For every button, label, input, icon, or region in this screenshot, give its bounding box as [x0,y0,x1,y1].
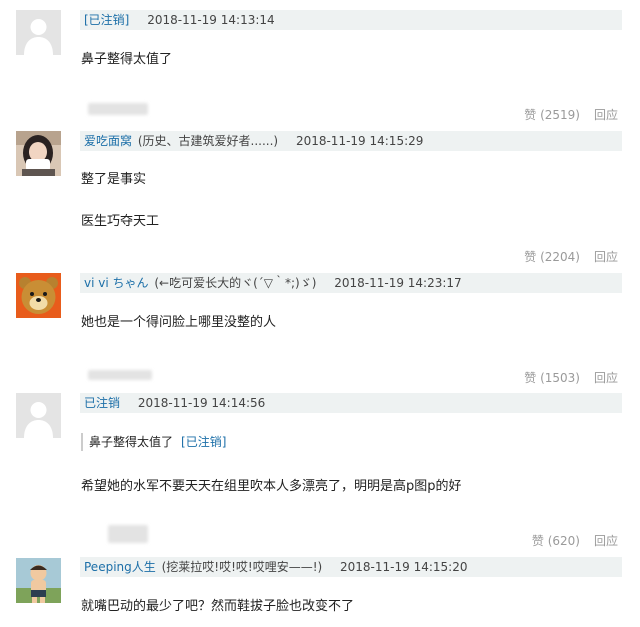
comment-time: 2018-11-19 14:23:17 [334,276,462,290]
comment-header: vi vi ちゃん (←吃可爱长大的ヾ(´▽｀*;)ゞ) 2018-11-19 … [80,273,622,293]
reply-button[interactable]: 回应 [594,250,618,264]
like-button[interactable]: 赞 (2204) [524,250,580,264]
comment-header: [已注销] 2018-11-19 14:13:14 [80,10,622,30]
reply-button[interactable]: 回应 [594,108,618,122]
comment-header: Peeping人生 (挖莱拉哎!哎!哎!哎哩安——!) 2018-11-19 1… [80,557,622,577]
username-link[interactable]: [已注销] [84,13,129,27]
quoted-comment: 鼻子整得太值了 [已注销] [81,433,226,451]
comment-text: 希望她的水军不要天天在组里吹本人多漂亮了，明明是高p图p的好 [81,479,462,494]
default-user-icon[interactable] [16,393,61,438]
default-user-icon[interactable] [16,10,61,55]
comment-header: 已注销 2018-11-19 14:14:56 [80,393,622,413]
username-link[interactable]: 已注销 [84,396,120,410]
comment-footer: 赞 (1503) 回应 [524,369,618,386]
comment-text: 鼻子整得太值了 [81,52,173,67]
username-link[interactable]: 爱吃面窝 [84,134,132,148]
user-tagline: (历史、古建筑爱好者......) [137,134,279,148]
comment-time: 2018-11-19 14:15:29 [295,134,424,148]
blurred-content [88,370,152,380]
user-tagline: (←吃可爱长大的ヾ(´▽｀*;)ゞ) [154,276,317,290]
reply-button[interactable]: 回应 [594,371,618,385]
comment-footer: 赞 (2519) 回应 [524,106,618,123]
like-button[interactable]: 赞 (1503) [524,371,580,385]
comment-time: 2018-11-19 14:13:14 [147,13,275,27]
comment-text: 整了是事实 [81,172,147,187]
comment-text: 医生巧夺天工 [81,214,160,229]
user-tagline: (挖莱拉哎!哎!哎!哎哩安——!) [161,560,323,574]
comment-footer: 赞 (620) 回应 [532,532,618,549]
like-button[interactable]: 赞 (620) [532,534,580,548]
username-link[interactable]: Peeping人生 [84,560,156,574]
comment-footer: 赞 (2204) 回应 [524,248,618,265]
quote-username-link[interactable]: [已注销] [181,435,226,449]
like-button[interactable]: 赞 (2519) [524,108,580,122]
comment-text: 她也是一个得问脸上哪里没整的人 [81,315,277,330]
cartoon-boy-avatar[interactable] [16,558,61,603]
reply-button[interactable]: 回应 [594,534,618,548]
username-link[interactable]: vi vi ちゃん [84,276,149,290]
blurred-content [108,525,148,543]
bear-cartoon-avatar[interactable] [16,273,61,318]
comment-header: 爱吃面窝 (历史、古建筑爱好者......) 2018-11-19 14:15:… [80,131,622,151]
comment-time: 2018-11-19 14:14:56 [137,396,266,410]
quote-text: 鼻子整得太值了 [89,435,174,449]
comment-time: 2018-11-19 14:15:20 [340,560,468,574]
blurred-content [88,103,148,115]
girl-photo-avatar[interactable] [16,131,61,176]
comment-text: 就嘴巴动的最少了吧？然而鞋拔子脸也改变不了 [81,599,355,614]
